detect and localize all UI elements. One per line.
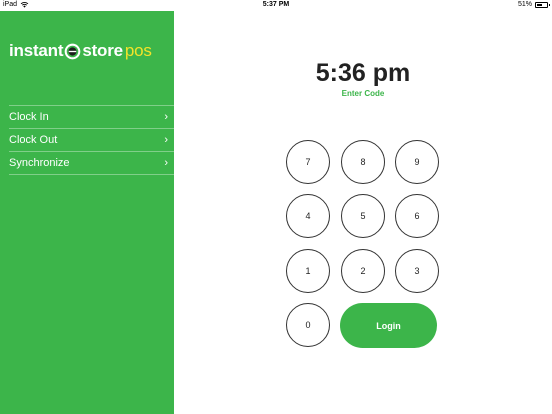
battery-percent: 51% [517, 1, 532, 8]
sidebar-item-label: Clock In [9, 111, 49, 123]
chevron-right-icon: › [164, 111, 168, 123]
sidebar-item-label: Synchronize [9, 157, 70, 169]
keypad-key-1[interactable]: 1 [286, 249, 330, 293]
keypad-key-2[interactable]: 2 [341, 249, 385, 293]
main-panel: 5:36 pm Enter Code 7 8 9 4 5 6 1 2 3 0 L… [174, 11, 552, 414]
keypad-key-0[interactable]: 0 [286, 303, 330, 347]
sidebar-item-label: Clock Out [9, 134, 58, 146]
logo: instant store pos [9, 41, 152, 61]
keypad-key-4[interactable]: 4 [286, 194, 330, 238]
current-time: 5:36 pm [315, 59, 411, 87]
sidebar-item-synchronize[interactable]: Synchronize › [9, 152, 174, 175]
status-time: 5:37 PM [262, 1, 290, 8]
keypad-key-5[interactable]: 5 [341, 194, 385, 238]
sidebar-item-clock-out[interactable]: Clock Out › [9, 129, 174, 152]
sidebar-item-clock-in[interactable]: Clock In › [9, 106, 174, 129]
enter-code-prompt: Enter Code [341, 89, 385, 98]
chevron-right-icon: › [164, 157, 168, 169]
login-button[interactable]: Login [340, 303, 437, 348]
status-bar: iPad 5:37 PM 51% [0, 0, 552, 11]
logo-text-store: store [82, 41, 123, 60]
keypad-key-8[interactable]: 8 [341, 140, 385, 184]
keypad-key-7[interactable]: 7 [286, 140, 330, 184]
logo-text-instant: instant [9, 41, 64, 60]
battery-icon [535, 1, 550, 8]
keypad-key-3[interactable]: 3 [395, 249, 439, 293]
battery-fill [537, 3, 542, 6]
logo-e-icon [65, 43, 81, 59]
chevron-right-icon: › [164, 134, 168, 146]
logo-text-pos: pos [124, 41, 152, 60]
sidebar: instant store pos Clock In › Clock Out ›… [0, 11, 174, 414]
sidebar-menu: Clock In › Clock Out › Synchronize › [9, 105, 174, 175]
keypad-key-9[interactable]: 9 [395, 140, 439, 184]
status-right: 51% [517, 1, 550, 8]
clock-in-screen: iPad 5:37 PM 51% instant store pos Clock… [0, 0, 552, 414]
keypad-key-6[interactable]: 6 [395, 194, 439, 238]
